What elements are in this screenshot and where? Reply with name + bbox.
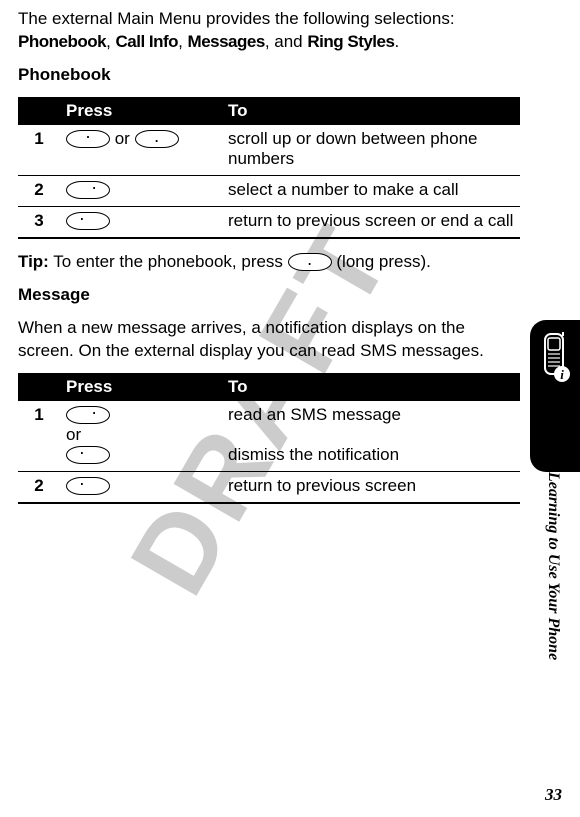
row-to: return to previous screen or end a call — [222, 206, 520, 238]
side-tab: i — [530, 320, 580, 472]
intro-paragraph: The external Main Menu provides the foll… — [18, 8, 520, 54]
col-press: Press — [60, 373, 222, 401]
col-to: To — [222, 373, 520, 401]
row-press: · or · — [60, 125, 222, 176]
table-row: 2 · return to previous screen — [18, 471, 520, 503]
table-row: 3 · return to previous screen or end a c… — [18, 206, 520, 238]
row-to: read an SMS message dismiss the notifica… — [222, 401, 520, 472]
row-num: 2 — [18, 471, 60, 503]
down-key-icon: · — [135, 130, 179, 148]
row-press: · — [60, 206, 222, 238]
svg-text:i: i — [560, 367, 564, 382]
table-row: 1 · or · read an SMS message dismiss the… — [18, 401, 520, 472]
phone-info-icon: i — [538, 332, 572, 384]
menu-item-ringstyles: Ring Styles — [307, 32, 394, 51]
col-num — [18, 97, 60, 125]
row-to: return to previous screen — [222, 471, 520, 503]
message-paragraph: When a new message arrives, a notificati… — [18, 317, 520, 363]
phonebook-heading: Phonebook — [18, 64, 520, 87]
menu-item-messages: Messages — [188, 32, 265, 51]
left-softkey-icon: · — [66, 212, 110, 230]
side-chapter-title: Learning to Use Your Phone — [544, 472, 562, 660]
intro-pre: The external Main Menu provides the foll… — [18, 9, 455, 28]
row-press: · or · — [60, 401, 222, 472]
menu-item-callinfo: Call Info — [116, 32, 179, 51]
row-num: 3 — [18, 206, 60, 238]
phonebook-table: Press To 1 · or · scroll up or down betw… — [18, 97, 520, 239]
page-number: 33 — [545, 785, 562, 805]
or-text: or — [66, 425, 81, 444]
right-softkey-icon: · — [66, 181, 110, 199]
tip-label: Tip: — [18, 252, 49, 271]
up-key-icon: · — [66, 130, 110, 148]
col-to: To — [222, 97, 520, 125]
row-num: 1 — [18, 401, 60, 472]
tip-paragraph: Tip: To enter the phonebook, press · (lo… — [18, 251, 520, 274]
row-press: · — [60, 175, 222, 206]
row-to: scroll up or down between phone numbers — [222, 125, 520, 176]
left-softkey-icon: · — [66, 477, 110, 495]
down-key-icon: · — [288, 253, 332, 271]
right-softkey-icon: · — [66, 406, 110, 424]
left-softkey-icon: · — [66, 446, 110, 464]
row-num: 2 — [18, 175, 60, 206]
table-row: 1 · or · scroll up or down between phone… — [18, 125, 520, 176]
row-to: select a number to make a call — [222, 175, 520, 206]
row-press: · — [60, 471, 222, 503]
menu-item-phonebook: Phonebook — [18, 32, 106, 51]
message-heading: Message — [18, 284, 520, 307]
table-row: 2 · select a number to make a call — [18, 175, 520, 206]
row-num: 1 — [18, 125, 60, 176]
col-num — [18, 373, 60, 401]
message-table: Press To 1 · or · read an SMS message di… — [18, 373, 520, 504]
col-press: Press — [60, 97, 222, 125]
page-content: The external Main Menu provides the foll… — [0, 0, 580, 504]
